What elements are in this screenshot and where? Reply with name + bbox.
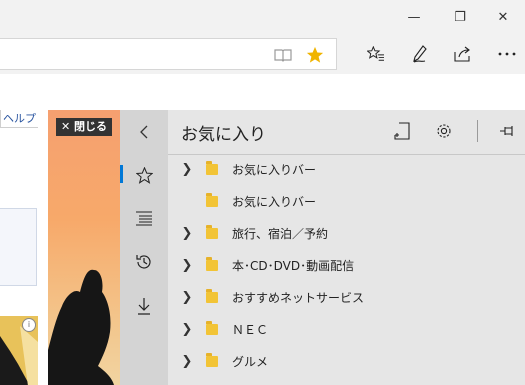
close-icon: ✕ [497, 9, 509, 25]
favorite-label: ＮＥＣ [232, 323, 269, 337]
hub-icon [367, 46, 384, 61]
minimize-button[interactable]: — [392, 0, 436, 34]
toolbar-divider [477, 120, 478, 142]
pen-icon [413, 45, 427, 63]
book-icon [274, 49, 292, 62]
favorites-settings-button[interactable] [430, 118, 458, 144]
info-icon[interactable]: i [22, 318, 36, 332]
reading-view-button[interactable] [272, 45, 294, 65]
favorite-label: 本･CD･DVD･動画配信 [232, 259, 355, 273]
chevron-right-icon[interactable]: ❯ [180, 226, 194, 242]
chevron-right-icon[interactable]: ❯ [180, 162, 194, 178]
minimize-icon: — [407, 9, 421, 25]
favorite-folder-row[interactable]: ❯ お気に入りバー [168, 154, 525, 186]
favorite-folder-row[interactable]: ❯ ＮＥＣ [168, 314, 525, 346]
pin-icon [500, 126, 513, 136]
rail-favorites-button[interactable] [120, 155, 168, 195]
favorite-label: お気に入りバー [232, 195, 317, 209]
favorite-folder-row[interactable]: ❯ おすすめネットサービス [168, 282, 525, 314]
download-icon [138, 298, 150, 315]
maximize-button[interactable]: ❐ [438, 0, 482, 34]
close-window-button[interactable]: ✕ [481, 0, 525, 34]
hub-title: お気に入り [181, 125, 266, 145]
rail-downloads-button[interactable] [120, 286, 168, 326]
favorite-label: グルメ [232, 355, 269, 369]
reading-list-icon [136, 211, 152, 226]
web-note-button[interactable] [404, 38, 436, 70]
chevron-left-icon [140, 125, 148, 139]
more-icon [498, 52, 516, 56]
gear-icon [437, 124, 451, 138]
hub-back-button[interactable] [120, 112, 168, 152]
ad-banner[interactable]: ✕ 閉じる [48, 110, 120, 385]
folder-icon [206, 257, 218, 271]
rail-history-button[interactable] [120, 242, 168, 282]
web-page: ヘルプ i ✕ 閉じる [0, 74, 120, 385]
share-icon [454, 46, 470, 62]
favorite-folder-row[interactable]: ❯ グルメ [168, 346, 525, 378]
more-button[interactable] [491, 38, 523, 70]
new-folder-icon [394, 122, 410, 140]
thumbnail-image[interactable]: i [0, 316, 38, 385]
toolbar [0, 34, 525, 74]
add-favorite-button[interactable] [304, 45, 326, 65]
history-icon [136, 255, 151, 269]
content-box [0, 208, 37, 286]
pin-hub-button[interactable] [494, 118, 522, 144]
folder-icon [206, 289, 218, 303]
add-folder-button[interactable] [388, 118, 416, 144]
favorite-folder-row[interactable]: お気に入りバー [168, 186, 525, 218]
favorite-label: お気に入りバー [232, 163, 317, 177]
chevron-right-icon[interactable]: ❯ [180, 290, 194, 306]
star-icon [135, 166, 153, 184]
favorite-label: 旅行、宿泊／予約 [232, 227, 329, 241]
title-bar: — ❐ ✕ [0, 0, 525, 34]
help-link[interactable]: ヘルプ [0, 110, 38, 128]
chevron-right-icon[interactable]: ❯ [180, 258, 194, 274]
rail-reading-list-button[interactable] [120, 198, 168, 238]
share-button[interactable] [447, 38, 479, 70]
favorite-folder-row[interactable]: ❯ 旅行、宿泊／予約 [168, 218, 525, 250]
folder-icon [206, 321, 218, 335]
hub-button[interactable] [360, 38, 392, 70]
address-bar[interactable] [0, 38, 337, 70]
chevron-right-icon[interactable]: ❯ [180, 354, 194, 370]
folder-icon [206, 225, 218, 239]
ad-silhouette [48, 269, 114, 385]
folder-icon [206, 353, 218, 367]
star-filled-icon [306, 46, 324, 63]
favorites-hub: お気に入り ❯ お気に入りバー お気に入りバー ❯ 旅行、宿泊／予約 ❯ 本･C… [168, 110, 525, 385]
favorite-folder-row[interactable]: ❯ 本･CD･DVD･動画配信 [168, 250, 525, 282]
folder-icon [206, 161, 218, 175]
maximize-icon: ❐ [454, 9, 466, 25]
folder-icon [206, 193, 218, 207]
hub-rail [120, 110, 168, 385]
chevron-right-icon[interactable]: ❯ [180, 322, 194, 338]
favorite-label: おすすめネットサービス [232, 291, 365, 305]
